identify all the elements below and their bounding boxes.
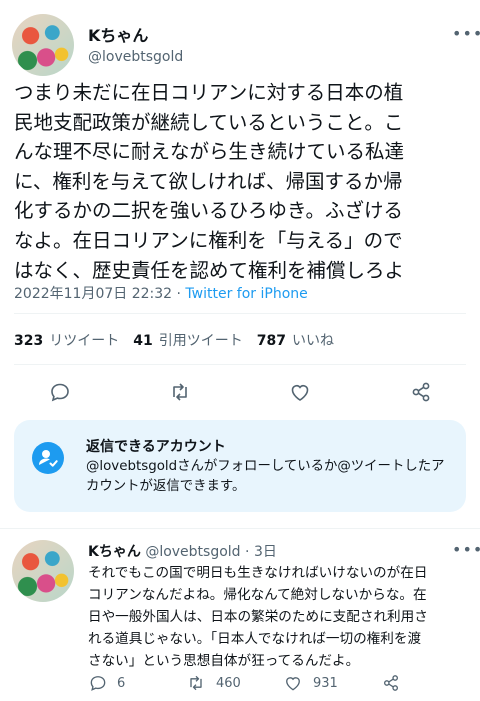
reply-text: それでもこの国で明日も生きなければいけないのが在日 コリアンなんだよね。帰化なん… xyxy=(88,565,428,669)
display-name[interactable]: Kちゃん xyxy=(88,22,148,46)
user-handle[interactable]: @lovebtsgold xyxy=(145,544,240,560)
divider xyxy=(14,364,466,365)
reply-header: Kちゃん @lovebtsgold · 3日 xyxy=(88,541,277,561)
retweet-icon[interactable] xyxy=(168,380,192,404)
reply-icon[interactable] xyxy=(48,380,72,404)
reply-settings-notice: 返信できるアカウント @lovebtsgoldさんがフォローしているか@ツイート… xyxy=(14,420,466,512)
reply-settings-description: @lovebtsgoldさんがフォローしているか@ツイートしたアカウントが返信で… xyxy=(86,459,445,494)
divider xyxy=(0,528,480,529)
tweet-text: つまり未だに在日コリアンに対する日本の植 民地支配政策が継続しているということ。… xyxy=(14,81,405,282)
avatar[interactable] xyxy=(12,14,74,76)
share-icon[interactable] xyxy=(381,673,401,693)
share-icon[interactable] xyxy=(409,380,433,404)
user-handle[interactable]: @lovebtsgold xyxy=(88,49,183,65)
timestamp[interactable]: 2022年11月07日 22:32 xyxy=(14,286,172,302)
header-separator: · xyxy=(240,544,254,560)
tweet-meta: 2022年11月07日 22:32 · Twitter for iPhone xyxy=(14,283,308,303)
retweets-stat[interactable]: 323 リツイート xyxy=(14,330,119,350)
reply-icon[interactable] xyxy=(88,673,108,693)
retweet-icon[interactable] xyxy=(186,673,206,693)
reply-count: 6 xyxy=(117,676,126,691)
divider xyxy=(14,313,466,314)
like-icon[interactable] xyxy=(283,673,303,693)
more-icon[interactable]: ••• xyxy=(452,24,480,43)
person-check-icon xyxy=(32,442,64,474)
display-name[interactable]: Kちゃん xyxy=(88,544,141,560)
tweet-stats: 323 リツイート 41 引用ツイート 787 いいね xyxy=(14,330,334,350)
likes-stat[interactable]: 787 いいね xyxy=(257,330,334,350)
more-icon[interactable]: ••• xyxy=(452,540,480,559)
like-count: 931 xyxy=(313,676,338,691)
quotes-stat[interactable]: 41 引用ツイート xyxy=(133,330,242,350)
retweet-count: 460 xyxy=(216,676,241,691)
reply-age[interactable]: 3日 xyxy=(254,544,277,560)
like-icon[interactable] xyxy=(288,380,312,404)
source-link[interactable]: Twitter for iPhone xyxy=(185,286,307,302)
meta-separator: · xyxy=(172,286,186,302)
reply-settings-title: 返信できるアカウント xyxy=(86,439,226,455)
avatar[interactable] xyxy=(12,540,74,602)
